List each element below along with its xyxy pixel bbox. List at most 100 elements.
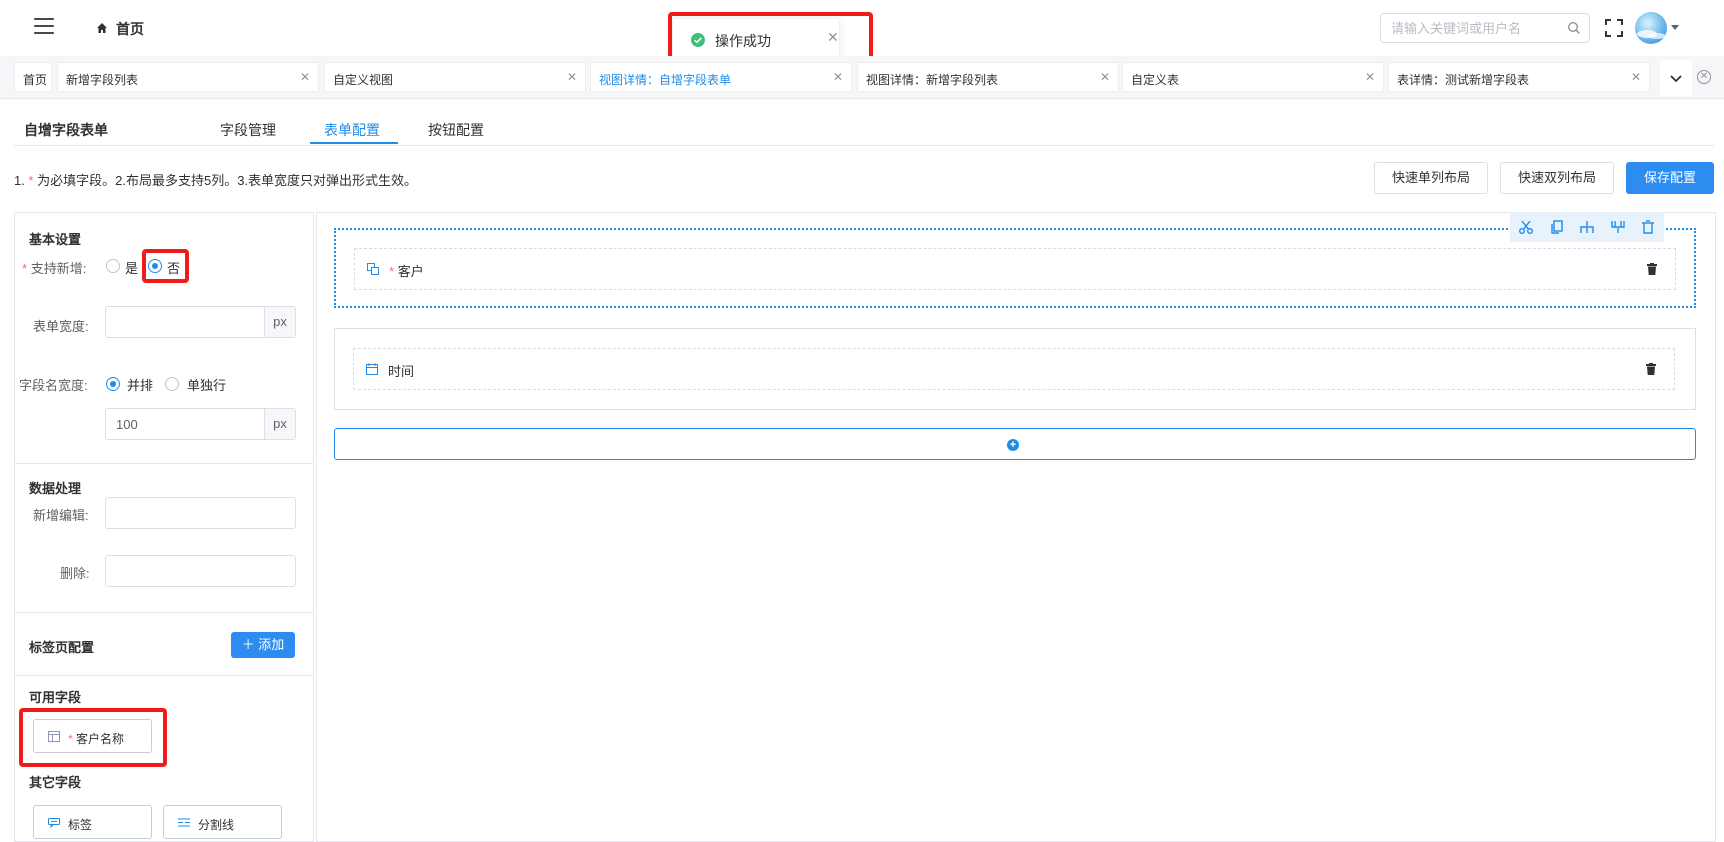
- available-field-customer-name[interactable]: * 客户名称: [33, 719, 152, 753]
- success-icon: [691, 33, 705, 47]
- separate-line-radio[interactable]: [165, 377, 179, 391]
- tab-view-detail-new-field-list[interactable]: 视图详情：新增字段列表 ✕: [857, 62, 1119, 92]
- quick-single-column-button[interactable]: 快速单列布局: [1374, 162, 1488, 194]
- field-name-width-label: 字段名宽度:: [19, 378, 88, 393]
- tab-home[interactable]: 首页: [14, 62, 52, 92]
- form-width-input[interactable]: [114, 307, 258, 337]
- support-add-no-radio[interactable]: [148, 259, 162, 273]
- side-by-side-label[interactable]: 并排: [127, 375, 153, 394]
- calendar-icon: [366, 363, 378, 375]
- tab-label: 视图详情：自增字段表单: [599, 73, 732, 87]
- tab-custom-view[interactable]: 自定义视图 ✕: [324, 62, 586, 92]
- insert-row-above-icon[interactable]: [1579, 219, 1595, 235]
- delete-label: 删除:: [60, 566, 90, 581]
- toast-close-icon[interactable]: ✕: [827, 29, 839, 46]
- search-icon[interactable]: [1567, 21, 1581, 35]
- tab-label: 首页: [23, 73, 48, 87]
- add-row-button[interactable]: +: [334, 428, 1696, 460]
- form-field-customer[interactable]: * 客户: [354, 248, 1676, 290]
- section-divider: [15, 463, 313, 464]
- tab-button-config[interactable]: 按钮配置: [428, 120, 484, 140]
- close-icon[interactable]: ✕: [1631, 70, 1641, 84]
- section-basic-title: 基本设置: [29, 232, 82, 247]
- tabs-more-button[interactable]: [1660, 60, 1692, 96]
- separate-line-label[interactable]: 单独行: [187, 375, 226, 394]
- section-other-fields-title: 其它字段: [29, 775, 82, 790]
- support-add-no-label[interactable]: 否: [167, 258, 180, 277]
- tab-custom-table[interactable]: 自定义表 ✕: [1122, 62, 1384, 92]
- search-box[interactable]: [1380, 13, 1590, 43]
- side-by-side-radio[interactable]: [106, 377, 120, 391]
- form-width-label: 表单宽度:: [33, 319, 89, 334]
- delete-row-icon[interactable]: [1640, 219, 1656, 235]
- search-input[interactable]: [1389, 14, 1563, 42]
- tabs-divider: [14, 145, 1714, 146]
- add-edit-input[interactable]: [114, 498, 258, 528]
- quick-double-column-button[interactable]: 快速双列布局: [1500, 162, 1614, 194]
- add-tab-button[interactable]: ＋ 添加: [231, 632, 295, 658]
- fullscreen-icon[interactable]: [1605, 19, 1623, 37]
- field-name-width-field[interactable]: px: [105, 408, 296, 440]
- add-edit-label: 新增编辑:: [33, 508, 89, 523]
- plus-icon: ＋: [241, 637, 259, 652]
- other-field-divider[interactable]: 分割线: [163, 805, 282, 839]
- row-toolbar: [1510, 212, 1664, 242]
- form-width-field[interactable]: px: [105, 306, 296, 338]
- active-tab-indicator: [310, 142, 398, 144]
- save-config-button[interactable]: 保存配置: [1626, 162, 1714, 194]
- support-add-yes-label[interactable]: 是: [125, 258, 138, 277]
- section-data-title: 数据处理: [29, 481, 82, 496]
- form-row-1[interactable]: * 客户: [334, 228, 1696, 308]
- user-dropdown-icon[interactable]: [1671, 25, 1679, 30]
- menu-toggle-icon[interactable]: [34, 18, 54, 34]
- add-edit-field[interactable]: [105, 497, 296, 529]
- form-row-2[interactable]: 时间: [334, 328, 1696, 410]
- close-icon[interactable]: ✕: [567, 70, 577, 84]
- cut-icon[interactable]: [1518, 219, 1534, 235]
- tab-field-management[interactable]: 字段管理: [220, 120, 276, 140]
- close-icon[interactable]: ✕: [1365, 70, 1375, 84]
- field-name-width-unit: px: [264, 409, 295, 439]
- tab-label: 新增字段列表: [66, 73, 139, 87]
- tab-label: 自定义视图: [333, 73, 394, 87]
- close-icon[interactable]: ✕: [300, 70, 310, 84]
- close-icon[interactable]: ✕: [1100, 70, 1110, 84]
- section-divider: [15, 612, 313, 613]
- delete-icon[interactable]: [1647, 263, 1657, 275]
- insert-row-below-icon[interactable]: [1610, 219, 1626, 235]
- tab-new-field-list[interactable]: 新增字段列表 ✕: [57, 62, 319, 92]
- tab-label: 视图详情：新增字段列表: [866, 73, 999, 87]
- close-icon[interactable]: ✕: [833, 70, 843, 84]
- tab-label: 表详情：测试新增字段表: [1397, 73, 1530, 87]
- section-divider: [15, 675, 313, 676]
- page-title: 自增字段表单: [24, 122, 108, 138]
- field-name-width-input[interactable]: [114, 409, 258, 439]
- user-avatar[interactable]: [1635, 12, 1667, 44]
- tab-form-config[interactable]: 表单配置: [324, 120, 380, 140]
- form-field-time[interactable]: 时间: [353, 348, 1675, 390]
- delete-input[interactable]: [114, 556, 258, 586]
- tab-label: 自定义表: [1131, 73, 1180, 87]
- copy-icon[interactable]: [1549, 219, 1565, 235]
- delete-icon[interactable]: [1646, 363, 1656, 375]
- support-add-yes-radio[interactable]: [106, 259, 120, 273]
- success-toast: 操作成功 ✕: [672, 18, 840, 60]
- section-available-fields-title: 可用字段: [29, 690, 82, 705]
- breadcrumb-home[interactable]: 首页: [116, 19, 144, 39]
- plus-circle-icon: +: [1007, 439, 1019, 451]
- support-add-label: * 支持新增:: [22, 261, 87, 276]
- lookup-field-icon: [367, 263, 379, 275]
- form-width-unit: px: [264, 307, 295, 337]
- other-field-tag[interactable]: 标签: [33, 805, 152, 839]
- tag-icon: [48, 818, 60, 828]
- toast-message: 操作成功: [715, 33, 771, 49]
- delete-field[interactable]: [105, 555, 296, 587]
- tab-table-detail-test[interactable]: 表详情：测试新增字段表 ✕: [1388, 62, 1650, 92]
- tab-view-detail-autoinc-form[interactable]: 视图详情：自增字段表单 ✕: [590, 62, 852, 92]
- form-hint: 1. * 为必填字段。2.布局最多支持5列。3.表单宽度只对弹出形式生效。: [14, 173, 418, 188]
- divider-line-icon: [178, 818, 190, 827]
- section-tab-config-title: 标签页配置: [29, 640, 95, 655]
- field-table-icon: [48, 731, 60, 742]
- home-icon: [97, 23, 107, 33]
- close-all-tabs-icon[interactable]: ✕: [1697, 70, 1711, 84]
